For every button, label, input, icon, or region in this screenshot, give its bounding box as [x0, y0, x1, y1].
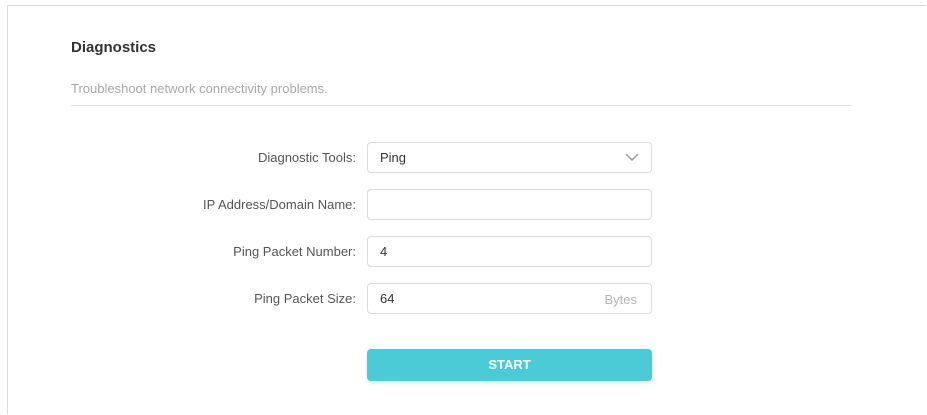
ip-address-field[interactable]	[367, 189, 652, 220]
diagnostic-tools-label: Diagnostic Tools:	[257, 150, 356, 165]
ip-address-label: IP Address/Domain Name:	[203, 197, 356, 212]
diagnostics-panel: Diagnostics Troubleshoot network connect…	[7, 5, 926, 414]
ping-packet-number-label: Ping Packet Number:	[233, 244, 356, 259]
ping-packet-size-input[interactable]	[380, 284, 580, 313]
diagnostic-tools-selected-value: Ping	[380, 150, 407, 165]
ping-packet-size-field[interactable]: Bytes	[367, 283, 652, 314]
page-subtitle: Troubleshoot network connectivity proble…	[71, 81, 328, 96]
diagnostic-tools-select[interactable]: Ping	[367, 142, 652, 173]
ping-packet-size-unit: Bytes	[604, 292, 637, 307]
page-title: Diagnostics	[71, 39, 157, 56]
ping-packet-number-input[interactable]	[380, 237, 580, 266]
ping-packet-size-label: Ping Packet Size:	[254, 291, 356, 306]
start-button[interactable]: START	[367, 349, 652, 381]
chevron-down-icon	[625, 153, 639, 162]
ping-packet-number-field[interactable]	[367, 236, 652, 267]
section-divider	[71, 105, 851, 106]
ip-address-input[interactable]	[380, 190, 580, 219]
